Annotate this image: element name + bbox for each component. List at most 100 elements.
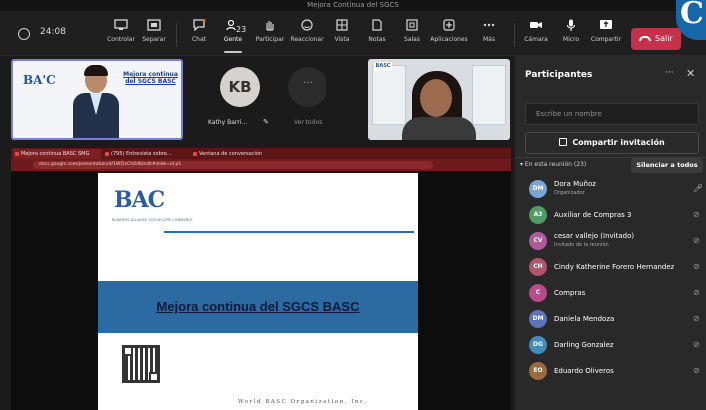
qr-finder: [123, 346, 133, 356]
speaker-hair: [84, 65, 108, 76]
participant-name: Dora Muñoz: [554, 180, 596, 188]
url-field[interactable]: docs.google.com/presentation/d/1Wf2sCh0d…: [33, 161, 433, 169]
view-all-tile[interactable]: ··· Ver todos: [286, 59, 326, 140]
avatar: A3: [529, 206, 547, 224]
separate-label: Separar: [142, 36, 166, 43]
notes-icon: [372, 19, 382, 31]
participant-row[interactable]: CH Cindy Katherine Forero Hernandez ⊘: [515, 255, 706, 281]
raise-hand-button[interactable]: Participar: [251, 17, 289, 51]
react-button[interactable]: Reaccionar: [288, 17, 326, 51]
camera-label: Cámara: [524, 36, 548, 43]
avatar: C: [529, 284, 547, 302]
participant-row[interactable]: DM Daniela Mendoza ⊘: [515, 307, 706, 333]
section-label: En esta reunión (23): [524, 161, 587, 168]
apps-button[interactable]: Aplicaciones: [430, 17, 468, 51]
speaker-video-tile[interactable]: BA'C Mejora continua del SGCS BASC: [11, 59, 183, 140]
separate-button[interactable]: Separar: [135, 17, 173, 51]
camera-button[interactable]: Cámara: [517, 17, 555, 51]
participant-name: Compras: [554, 289, 586, 297]
participant-list: DM Dora Muñoz Organizador 🎤︎ A3 Auxiliar…: [515, 177, 706, 385]
mic-button[interactable]: Micro: [552, 17, 590, 51]
more-icon[interactable]: ···: [665, 68, 674, 78]
mic-off-icon: ⊘: [693, 366, 700, 375]
meeting-toolbar: 24:08 Controlar Separar Chat Gente 23 Pa…: [0, 11, 706, 56]
slide-footer: World BASC Organization, Inc.: [238, 399, 368, 405]
avatar: CH: [529, 258, 547, 276]
participant-row[interactable]: C Compras ⊘: [515, 281, 706, 307]
participant-row[interactable]: A3 Auxiliar de Compras 3 ⊘: [515, 203, 706, 229]
mute-all-button[interactable]: Silenciar a todos: [631, 158, 703, 173]
mic-off-icon: ⊘: [693, 288, 700, 297]
browser-tab-bar: Mejora continua BASC SMG (795) Entrevist…: [11, 148, 511, 159]
popout-icon: [147, 19, 161, 31]
participant-name: Daniela Mendoza: [554, 315, 615, 323]
mic-off-icon: ⊘: [693, 340, 700, 349]
close-icon[interactable]: ✕: [686, 67, 695, 80]
mic-off-icon: ⊘: [693, 236, 700, 245]
background-window: [472, 65, 506, 125]
participant-role: Invitado de la reunión: [554, 242, 609, 248]
notes-button[interactable]: Notas: [358, 17, 396, 51]
corner-badge-letter: C: [680, 0, 704, 31]
speaker-slide-logo: BA'C: [23, 73, 56, 87]
slide-divider: [164, 231, 414, 233]
react-label: Reaccionar: [290, 36, 324, 43]
participant-name: Cindy Katherine Forero Hernandez: [554, 263, 675, 271]
more-button[interactable]: Más: [470, 17, 508, 51]
view-button[interactable]: Vista: [323, 17, 361, 51]
participant-face: [420, 79, 452, 117]
share-invite-button[interactable]: Compartir invitación: [525, 132, 699, 154]
address-bar: docs.google.com/presentation/d/1Wf2sCh0d…: [11, 159, 511, 171]
more-icon: [483, 23, 495, 27]
participant-tile-kb[interactable]: KB Kathy Barri... ✎: [207, 59, 285, 140]
rooms-icon: [406, 19, 418, 31]
mic-icon: 🎤︎: [693, 184, 704, 193]
speaker-slide-title: Mejora continua del SGCS BASC: [123, 71, 178, 85]
rooms-label: Salas: [404, 36, 420, 43]
avatar: DM: [529, 310, 547, 328]
browser-tab[interactable]: (795) Entrevista sobre...: [103, 149, 189, 159]
camera-icon: [530, 22, 542, 28]
participant-row[interactable]: DG Darling Gonzalez ⊘: [515, 333, 706, 359]
avatar: EO: [529, 362, 547, 380]
avatar: DG: [529, 336, 547, 354]
shield-icon: [18, 28, 30, 40]
slide-logo-subtitle: BUSINESS ALLIANCE FOR SECURE COMMERCE: [112, 218, 193, 222]
slide-title-band: Mejora continua del SGCS BASC: [98, 281, 418, 333]
view-all-label: Ver todos: [294, 119, 323, 126]
mic-off-icon: ⊘: [693, 314, 700, 323]
avatar: KB: [220, 67, 260, 107]
avatar: CV: [529, 232, 547, 250]
share-button[interactable]: Compartir: [587, 17, 625, 51]
participant-count: 23: [236, 25, 247, 34]
share-screen-icon: [600, 20, 612, 29]
smile-icon: [301, 19, 313, 31]
slide-title: Mejora continua del SGCS BASC: [156, 299, 360, 314]
share-label: Compartir: [590, 36, 622, 43]
rooms-button[interactable]: Salas: [393, 17, 431, 51]
in-meeting-section-toggle[interactable]: ▾ En esta reunión (23): [520, 161, 586, 168]
mic-off-icon: ⊘: [693, 262, 700, 271]
grid-icon: [336, 19, 348, 31]
share-invite-label: Compartir invitación: [572, 138, 665, 147]
mic-label: Micro: [562, 36, 580, 43]
add-app-icon: [443, 19, 455, 31]
basc-logo: BASC: [374, 62, 392, 71]
browser-tab[interactable]: Ventana de conversación: [191, 149, 277, 159]
avatar: DM: [529, 180, 547, 198]
background-window: [372, 65, 406, 125]
participant-row[interactable]: EO Eduardo Oliveros ⊘: [515, 359, 706, 385]
search-input[interactable]: Escribe un nombre: [525, 103, 699, 125]
leave-button[interactable]: Salir: [631, 28, 681, 50]
shared-screen: Mejora continua BASC SMG (795) Entrevist…: [11, 148, 511, 410]
participant-video-tile[interactable]: BASC: [368, 59, 510, 140]
participant-row[interactable]: DM Dora Muñoz Organizador 🎤︎: [515, 177, 706, 203]
chat-button[interactable]: Chat: [180, 17, 218, 51]
people-button[interactable]: Gente: [214, 17, 252, 53]
presentation-slide: BAC BUSINESS ALLIANCE FOR SECURE COMMERC…: [98, 173, 418, 410]
participant-row[interactable]: CV cesar vallejo (Invitado) Invitado de …: [515, 229, 706, 255]
people-label: Gente: [223, 36, 243, 43]
browser-tab[interactable]: Mejora continua BASC SMG: [13, 149, 101, 159]
leave-label: Salir: [655, 34, 673, 43]
raise-hand-label: Participar: [255, 36, 285, 43]
